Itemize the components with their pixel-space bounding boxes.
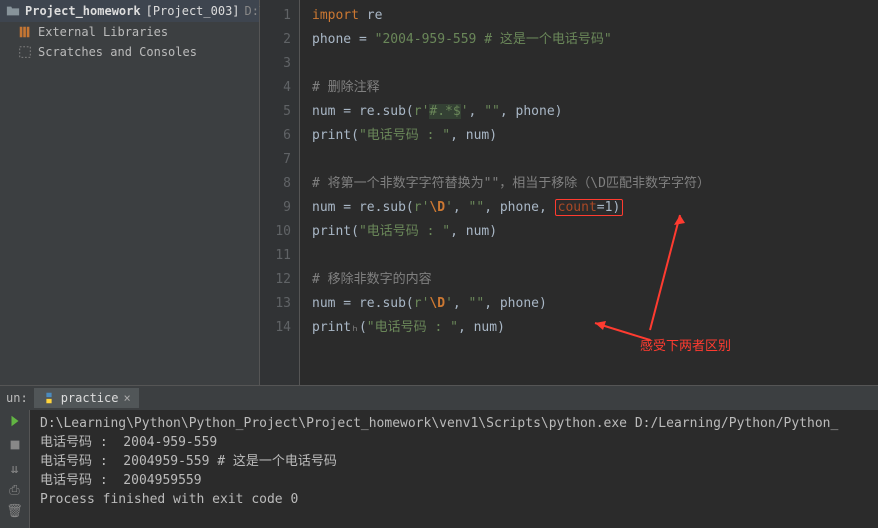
console-output[interactable]: D:\Learning\Python\Python_Project\Projec…	[30, 410, 878, 528]
line-gutter: 123 456 789 101112 1314	[260, 0, 300, 385]
print-icon[interactable]: ⎙	[9, 483, 19, 498]
down-icon[interactable]: ⇊	[11, 462, 19, 477]
code-area[interactable]: import re phone = "2004-959-559 # 这是一个电话…	[300, 0, 878, 385]
run-panel: un: practice × ⇊ ⎙ 🗑 D:\Learning\Python\…	[0, 385, 878, 528]
annotation-text: 感受下两者区别	[640, 335, 731, 359]
project-root[interactable]: Project_homework [Project_003] D:\Lear	[0, 0, 259, 22]
run-tabs: un: practice ×	[0, 386, 878, 410]
folder-icon	[6, 4, 20, 18]
close-icon[interactable]: ×	[123, 391, 130, 405]
scratches-label: Scratches and Consoles	[38, 45, 197, 59]
trash-icon[interactable]: 🗑	[6, 504, 23, 519]
code-editor[interactable]: 123 456 789 101112 1314 import re phone …	[260, 0, 878, 385]
python-icon	[42, 391, 56, 405]
ext-lib-label: External Libraries	[38, 25, 168, 39]
scratches-consoles[interactable]: Scratches and Consoles	[0, 42, 259, 62]
run-tab-practice[interactable]: practice ×	[34, 388, 139, 408]
project-module: [Project_003]	[146, 4, 240, 18]
project-name: Project_homework	[25, 4, 141, 18]
run-toolbar: ⇊ ⎙ 🗑	[0, 410, 30, 528]
external-libraries[interactable]: External Libraries	[0, 22, 259, 42]
rerun-icon[interactable]	[8, 414, 22, 432]
stop-icon[interactable]	[8, 438, 22, 456]
run-label: un:	[0, 391, 34, 405]
project-sidebar: Project_homework [Project_003] D:\Lear E…	[0, 0, 260, 385]
scratch-icon	[18, 45, 32, 59]
count-highlight: count=1)	[555, 199, 624, 216]
library-icon	[18, 25, 32, 39]
